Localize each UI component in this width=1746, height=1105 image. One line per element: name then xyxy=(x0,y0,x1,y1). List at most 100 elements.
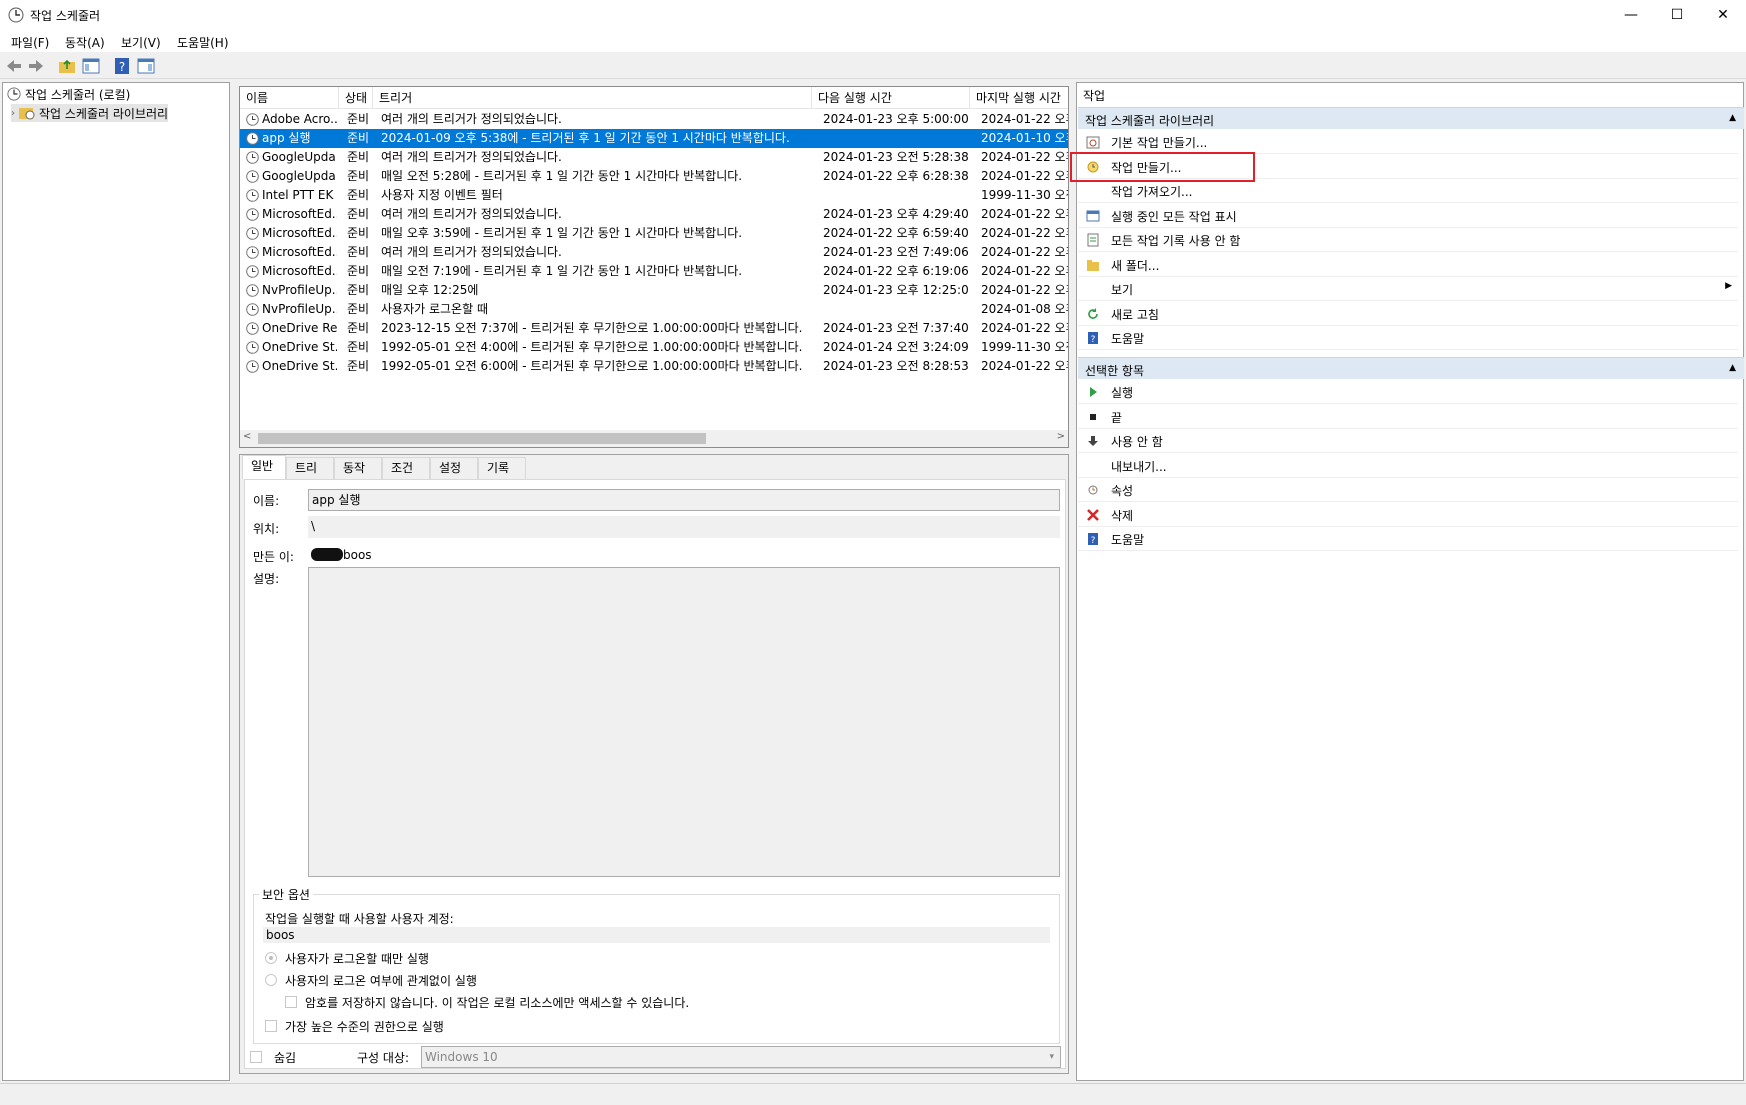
table-row[interactable]: MicrosoftEd... 준비 매일 오전 7:19에 - 트리거된 후 1 일… xyxy=(240,262,1068,281)
task-clock-icon xyxy=(246,170,259,183)
table-row[interactable]: Intel PTT EK ... 준비 사용자 지정 이벤트 필터 1999-11-3… xyxy=(240,186,1068,205)
svg-text:?: ? xyxy=(1091,536,1096,546)
action-show-running-tasks[interactable]: 실행 중인 모든 작업 표시 xyxy=(1078,204,1738,228)
table-row[interactable]: MicrosoftEd... 준비 여러 개의 트리거가 정의되었습니다. 2024-… xyxy=(240,243,1068,262)
task-status: 준비 xyxy=(347,188,370,202)
task-clock-icon xyxy=(246,322,259,335)
tab-actions[interactable]: 동작 xyxy=(334,457,382,479)
task-clock-icon xyxy=(246,208,259,221)
column-last-run[interactable]: 마지막 실행 시간 xyxy=(970,87,1068,109)
minimize-button[interactable]: — xyxy=(1608,0,1654,30)
tab-history[interactable]: 기록 xyxy=(478,457,526,479)
task-clock-icon xyxy=(246,151,259,164)
scroll-left-icon[interactable]: < xyxy=(243,431,251,442)
scroll-right-icon[interactable]: > xyxy=(1057,431,1065,442)
action-new-folder[interactable]: 새 폴더... xyxy=(1078,253,1738,277)
task-next-run xyxy=(823,129,969,148)
section-selected-item[interactable]: 선택한 항목 ▲ xyxy=(1078,357,1744,379)
action-label: 실행 xyxy=(1111,386,1134,400)
task-trigger: 2023-12-15 오전 7:37에 - 트리거된 후 무기한으로 1.00:… xyxy=(381,321,803,335)
task-trigger: 매일 오전 7:19에 - 트리거된 후 1 일 기간 동안 1 시간마다 반복… xyxy=(381,264,743,278)
action-create-basic-task[interactable]: 기본 작업 만들기... xyxy=(1078,130,1738,154)
action-properties[interactable]: 속성 xyxy=(1078,478,1738,502)
show-hide-tree-icon[interactable] xyxy=(82,57,100,75)
table-row[interactable]: GoogleUpda... 준비 매일 오전 5:28에 - 트리거된 후 1 일 … xyxy=(240,167,1068,186)
collapse-icon[interactable]: ▲ xyxy=(1729,113,1736,123)
column-name[interactable]: 이름 xyxy=(240,87,339,109)
help-icon: ? xyxy=(1088,332,1098,345)
name-field[interactable]: app 실행 xyxy=(308,489,1060,511)
radio-run-any-label: 사용자의 로그온 여부에 관계없이 실행 xyxy=(285,974,477,988)
task-last-run: 2024-01-22 오후 xyxy=(981,283,1069,297)
task-status: 준비 xyxy=(347,321,370,335)
run-icon xyxy=(1090,387,1097,397)
task-last-run: 2024-01-22 오후 xyxy=(981,112,1069,126)
table-row[interactable]: OneDrive St... 준비 1992-05-01 오전 6:00에 - 트리… xyxy=(240,357,1068,376)
collapse-icon[interactable]: ▲ xyxy=(1729,363,1736,373)
tab-triggers[interactable]: 트리거 xyxy=(286,457,334,495)
action-label: 새로 고침 xyxy=(1111,307,1159,322)
properties-icon xyxy=(1088,485,1098,495)
configure-for-label: 구성 대상: xyxy=(357,1051,410,1065)
task-list: 이름 상태 트리거 다음 실행 시간 마지막 실행 시간 Adobe Acro.… xyxy=(239,86,1069,448)
checkbox-hidden[interactable] xyxy=(250,1051,262,1063)
help-icon[interactable]: ? xyxy=(113,57,131,75)
table-row[interactable]: GoogleUpda... 준비 여러 개의 트리거가 정의되었습니다. 2024-0… xyxy=(240,148,1068,167)
menu-view[interactable]: 보기(V) xyxy=(121,34,161,51)
action-help[interactable]: ? 도움말 xyxy=(1078,326,1738,350)
action-run[interactable]: 실행 xyxy=(1078,380,1738,404)
table-row[interactable]: OneDrive St... 준비 1992-05-01 오전 4:00에 - 트리… xyxy=(240,338,1068,357)
task-last-run: 2024-01-22 오후 xyxy=(981,207,1069,221)
folder-up-icon[interactable] xyxy=(58,57,76,75)
table-row[interactable]: MicrosoftEd... 준비 여러 개의 트리거가 정의되었습니다. 2024-… xyxy=(240,205,1069,224)
scroll-thumb[interactable] xyxy=(258,433,706,444)
action-disable-history[interactable]: 모든 작업 기록 사용 안 함 xyxy=(1078,228,1738,252)
column-trigger[interactable]: 트리거 xyxy=(373,87,812,109)
action-export[interactable]: 내보내기... xyxy=(1078,454,1738,478)
column-status[interactable]: 상태 xyxy=(339,87,373,109)
action-help-selected[interactable]: ? 도움말 xyxy=(1078,527,1738,551)
menu-help[interactable]: 도움말(H) xyxy=(177,34,229,51)
checkbox-highest-privileges[interactable] xyxy=(265,1020,277,1032)
task-next-run xyxy=(823,186,969,205)
tree-root-node[interactable]: 작업 스케줄러 (로컬) xyxy=(7,85,130,103)
section-library[interactable]: 작업 스케줄러 라이브러리 ▲ xyxy=(1078,107,1744,129)
table-row[interactable]: Adobe Acro... 준비 여러 개의 트리거가 정의되었습니다. 2024-0… xyxy=(240,110,1069,129)
menu-action[interactable]: 동작(A) xyxy=(65,34,105,51)
expand-chevron-icon[interactable]: › xyxy=(11,108,15,119)
action-import-task[interactable]: 작업 가져오기... xyxy=(1078,179,1738,203)
tab-settings[interactable]: 설정 xyxy=(430,457,478,479)
description-field[interactable] xyxy=(308,567,1060,877)
radio-run-any[interactable] xyxy=(265,974,277,986)
author-label: 만든 이: xyxy=(253,550,294,564)
back-arrow-icon[interactable] xyxy=(5,57,23,75)
svg-text:?: ? xyxy=(1091,335,1096,345)
pane-splitter[interactable] xyxy=(231,82,237,1081)
table-row[interactable]: NvProfileUp... 준비 사용자가 로그온할 때 2024-01-08 오후 xyxy=(240,300,1068,319)
action-end[interactable]: 끝 xyxy=(1078,405,1738,429)
table-row[interactable]: OneDrive Re... 준비 2023-12-15 오전 7:37에 - 트리… xyxy=(240,319,1068,338)
table-row[interactable]: NvProfileUp... 준비 매일 오후 12:25에 2024-01-23 오… xyxy=(240,281,1069,300)
table-row[interactable]: app 실행 준비 2024-01-09 오후 5:38에 - 트리거된 후 1 일… xyxy=(240,129,1068,148)
configure-for-select[interactable]: Windows 10 ▾ xyxy=(421,1046,1061,1068)
actions-title: 작업 xyxy=(1083,89,1106,103)
tree-library-node[interactable]: › 작업 스케줄러 라이브러리 xyxy=(11,104,169,122)
forward-arrow-icon[interactable] xyxy=(27,57,45,75)
action-disable[interactable]: 사용 안 함 xyxy=(1078,429,1738,453)
close-button[interactable]: ✕ xyxy=(1700,0,1746,30)
maximize-button[interactable]: ☐ xyxy=(1654,0,1700,30)
action-view[interactable]: 보기 ▶ xyxy=(1078,277,1738,301)
task-name: GoogleUpda... xyxy=(262,150,337,164)
table-row[interactable]: MicrosoftEd... 준비 매일 오후 3:59에 - 트리거된 후 1 일… xyxy=(240,224,1068,243)
column-next-run[interactable]: 다음 실행 시간 xyxy=(812,87,970,109)
menu-file[interactable]: 파일(F) xyxy=(11,34,49,51)
action-refresh[interactable]: 새로 고침 xyxy=(1078,302,1738,326)
horizontal-scrollbar[interactable]: < > xyxy=(240,430,1068,447)
tab-general[interactable]: 일반 xyxy=(242,455,286,479)
task-trigger: 2024-01-09 오후 5:38에 - 트리거된 후 1 일 기간 동안 1… xyxy=(381,131,790,145)
tab-conditions[interactable]: 조건 xyxy=(382,457,430,479)
show-hide-action-pane-icon[interactable] xyxy=(137,57,155,75)
checkbox-no-password[interactable] xyxy=(285,996,297,1008)
action-delete[interactable]: 삭제 xyxy=(1078,503,1738,527)
radio-logon-only[interactable] xyxy=(265,952,277,964)
